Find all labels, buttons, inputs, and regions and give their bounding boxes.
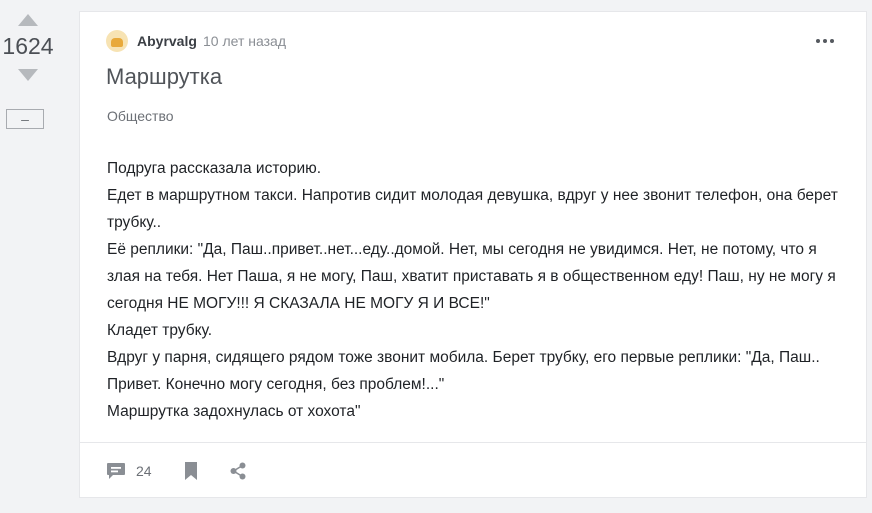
story-card: Abyrvalg 10 лет назад Маршрутка Общество…: [79, 11, 867, 498]
share-icon[interactable]: [230, 462, 246, 480]
upvote-arrow-icon[interactable]: [18, 14, 38, 26]
story-line: Едет в маршрутном такси. Напротив сидит …: [107, 187, 838, 231]
story-line: Подруга рассказала историю.: [107, 160, 322, 177]
comments-count: 24: [136, 463, 152, 479]
story-body: Подруга рассказала историю. Едет в маршр…: [107, 155, 842, 425]
story-title[interactable]: Маршрутка: [106, 64, 222, 90]
more-dots-icon[interactable]: [816, 32, 836, 48]
story-line: Вдруг у парня, сидящего рядом тоже звони…: [107, 349, 820, 393]
story-line: Кладет трубку.: [107, 322, 213, 339]
downvote-arrow-icon[interactable]: [18, 69, 38, 81]
tag-link[interactable]: Общество: [107, 108, 174, 124]
avatar-icon: [111, 38, 123, 47]
story-line: Маршрутка задохнулась от хохота": [107, 403, 361, 420]
post-time: 10 лет назад: [203, 33, 286, 49]
bookmark-icon[interactable]: [183, 461, 199, 481]
avatar[interactable]: [106, 30, 128, 52]
story-line: Её реплики: "Да, Паш..привет..нет...еду.…: [107, 241, 836, 312]
footer-divider: [80, 442, 866, 443]
collapse-button[interactable]: –: [6, 109, 44, 129]
author-name[interactable]: Abyrvalg: [137, 33, 197, 49]
vote-column: 1624 –: [0, 0, 56, 513]
comment-icon: [107, 463, 125, 479]
rating-count: 1624: [2, 33, 54, 59]
